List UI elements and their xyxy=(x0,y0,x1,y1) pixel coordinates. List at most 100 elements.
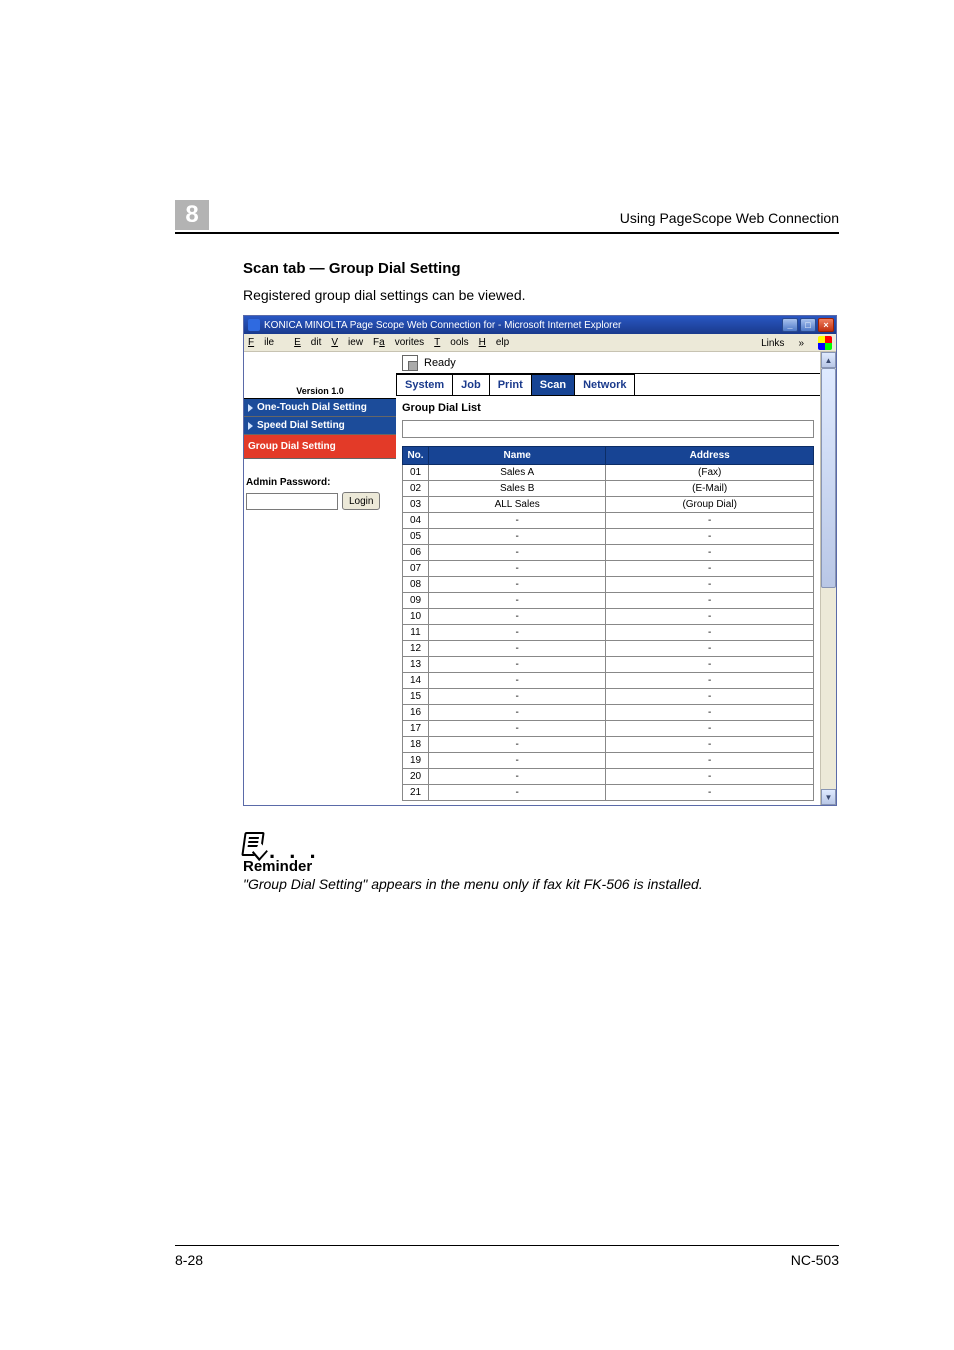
ie-icon xyxy=(248,319,260,331)
cell-no: 10 xyxy=(403,609,429,625)
note-body: "Group Dial Setting" appears in the menu… xyxy=(243,875,839,894)
menu-view[interactable]: View xyxy=(331,337,363,348)
menu-help[interactable]: Help xyxy=(479,337,510,348)
printer-status-icon xyxy=(402,355,418,371)
footer-page-number: 8-28 xyxy=(175,1252,203,1268)
tab-job[interactable]: Job xyxy=(452,374,490,395)
cell-no: 08 xyxy=(403,577,429,593)
table-row[interactable]: 21-- xyxy=(403,785,814,801)
table-row[interactable]: 05-- xyxy=(403,529,814,545)
header-rule xyxy=(175,232,839,234)
cell-name: - xyxy=(429,705,606,721)
cell-address: - xyxy=(606,641,814,657)
cell-name: - xyxy=(429,753,606,769)
window-title: KONICA MINOLTA Page Scope Web Connection… xyxy=(264,320,621,331)
section-heading: Scan tab — Group Dial Setting xyxy=(243,260,839,277)
login-button[interactable]: Login xyxy=(342,492,380,510)
tab-print[interactable]: Print xyxy=(489,374,532,395)
scroll-down-button[interactable]: ▼ xyxy=(821,789,836,805)
table-row[interactable]: 01Sales A(Fax) xyxy=(403,465,814,481)
cell-name: - xyxy=(429,609,606,625)
table-row[interactable]: 11-- xyxy=(403,625,814,641)
cell-name: - xyxy=(429,577,606,593)
table-row[interactable]: 03ALL Sales(Group Dial) xyxy=(403,497,814,513)
cell-no: 20 xyxy=(403,769,429,785)
cell-name: - xyxy=(429,673,606,689)
cell-no: 03 xyxy=(403,497,429,513)
cell-address: - xyxy=(606,737,814,753)
tab-network[interactable]: Network xyxy=(574,374,635,395)
scroll-thumb[interactable] xyxy=(821,368,836,588)
admin-password-input[interactable] xyxy=(246,493,338,510)
cell-no: 17 xyxy=(403,721,429,737)
menu-favorites[interactable]: Favorites xyxy=(373,337,424,348)
content-panel: Ready System Job Print Scan Network Grou… xyxy=(396,352,836,805)
window-titlebar: KONICA MINOLTA Page Scope Web Connection… xyxy=(244,316,836,334)
menu-tools[interactable]: Tools xyxy=(434,337,468,348)
table-row[interactable]: 17-- xyxy=(403,721,814,737)
table-row[interactable]: 08-- xyxy=(403,577,814,593)
cell-address: - xyxy=(606,753,814,769)
minimize-button[interactable]: _ xyxy=(782,318,798,332)
footer-doc-id: NC-503 xyxy=(791,1252,839,1268)
cell-no: 13 xyxy=(403,657,429,673)
table-row[interactable]: 09-- xyxy=(403,593,814,609)
cell-address: - xyxy=(606,657,814,673)
sidebar-item-group-dial[interactable]: Group Dial Setting xyxy=(244,435,396,459)
table-row[interactable]: 12-- xyxy=(403,641,814,657)
close-button[interactable]: × xyxy=(818,318,834,332)
tab-scan[interactable]: Scan xyxy=(531,374,575,395)
sidebar-item-speed-dial[interactable]: Speed Dial Setting xyxy=(244,417,396,435)
chevron-right-icon xyxy=(248,404,253,412)
maximize-button[interactable]: □ xyxy=(800,318,816,332)
cell-no: 16 xyxy=(403,705,429,721)
table-row[interactable]: 13-- xyxy=(403,657,814,673)
cell-name: - xyxy=(429,545,606,561)
cell-address: - xyxy=(606,545,814,561)
intro-text: Registered group dial settings can be vi… xyxy=(243,287,839,303)
table-row[interactable]: 20-- xyxy=(403,769,814,785)
cell-name: - xyxy=(429,721,606,737)
note-title: Reminder xyxy=(243,858,839,875)
cell-no: 09 xyxy=(403,593,429,609)
links-chevron[interactable]: » xyxy=(798,338,804,349)
cell-address: - xyxy=(606,577,814,593)
table-row[interactable]: 06-- xyxy=(403,545,814,561)
cell-address: - xyxy=(606,705,814,721)
table-row[interactable]: 14-- xyxy=(403,673,814,689)
sidebar-item-label: Group Dial Setting xyxy=(248,441,336,452)
note-icon xyxy=(241,832,264,856)
cell-no: 14 xyxy=(403,673,429,689)
table-row[interactable]: 18-- xyxy=(403,737,814,753)
sidebar-item-one-touch-dial[interactable]: One-Touch Dial Setting xyxy=(244,399,396,417)
table-row[interactable]: 19-- xyxy=(403,753,814,769)
filter-input[interactable] xyxy=(402,420,814,438)
table-row[interactable]: 02Sales B(E-Mail) xyxy=(403,481,814,497)
status-text: Ready xyxy=(424,357,456,369)
windows-flag-icon xyxy=(818,336,832,350)
vertical-scrollbar[interactable]: ▲ ▼ xyxy=(820,352,836,805)
cell-name: - xyxy=(429,513,606,529)
table-row[interactable]: 16-- xyxy=(403,705,814,721)
menubar: File Edit View Favorites Tools Help Link… xyxy=(244,334,836,352)
menu-file[interactable]: File xyxy=(248,337,284,348)
tab-system[interactable]: System xyxy=(396,374,453,395)
running-head: Using PageScope Web Connection xyxy=(620,210,839,226)
table-row[interactable]: 10-- xyxy=(403,609,814,625)
menu-edit[interactable]: Edit xyxy=(294,337,321,348)
cell-name: - xyxy=(429,529,606,545)
links-label[interactable]: Links xyxy=(761,338,784,349)
cell-name: Sales B xyxy=(429,481,606,497)
table-row[interactable]: 07-- xyxy=(403,561,814,577)
cell-name: - xyxy=(429,737,606,753)
table-row[interactable]: 15-- xyxy=(403,689,814,705)
table-row[interactable]: 04-- xyxy=(403,513,814,529)
cell-no: 05 xyxy=(403,529,429,545)
cell-address: (Group Dial) xyxy=(606,497,814,513)
chapter-number: 8 xyxy=(175,200,209,230)
cell-address: - xyxy=(606,593,814,609)
tabstrip: System Job Print Scan Network xyxy=(396,374,820,396)
cell-address: - xyxy=(606,609,814,625)
scroll-up-button[interactable]: ▲ xyxy=(821,352,836,368)
sidebar: Version 1.0 One-Touch Dial Setting Speed… xyxy=(244,352,396,518)
